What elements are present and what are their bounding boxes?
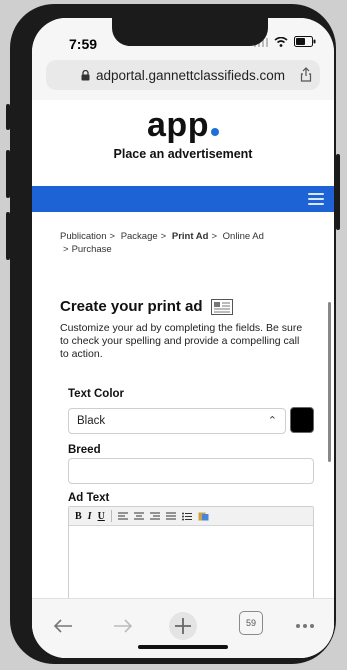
notch [112,18,268,46]
logo-dot [210,128,219,136]
bullet-list-icon[interactable] [181,512,192,521]
screen: 7:59 adportal.gannettclassifieds.com app… [32,18,334,658]
mute-switch [6,104,10,130]
back-arrow-icon [53,619,72,633]
hamburger-menu-icon[interactable] [308,193,324,205]
site-subtitle: Place an advertisement [113,147,253,161]
breadcrumb: Publication > Package > Print Ad > Online A… [60,231,264,255]
breadcrumb-publication[interactable]: Publication [60,231,106,242]
more-dots-icon [296,624,314,628]
editor-toolbar: B I U [69,507,313,526]
breadcrumb-print-ad: Print Ad [171,231,209,242]
breadcrumb-package[interactable]: Package [121,231,158,242]
breadcrumb-online-ad[interactable]: Online Ad [223,231,264,242]
nav-bar [32,186,334,212]
wifi-icon [274,36,288,47]
power-button [336,154,340,230]
text-color-select[interactable]: Black ⌃ [68,408,286,434]
scrollbar[interactable] [328,302,331,462]
battery-icon [294,36,316,47]
volume-up-button [6,150,10,198]
align-justify-icon[interactable] [165,512,176,521]
paste-icon[interactable] [198,511,209,521]
breadcrumb-purchase[interactable]: Purchase [72,244,112,255]
status-time: 7:59 [69,36,98,52]
site-logo[interactable]: app [32,106,334,145]
page-title: Create your print ad [60,298,233,315]
forward-button[interactable] [106,609,140,643]
tabs-button[interactable]: 59 [239,611,263,635]
underline-button[interactable]: U [98,511,105,522]
breed-label: Breed [68,444,101,456]
italic-button[interactable]: I [88,511,92,522]
share-icon[interactable] [300,67,312,82]
align-right-icon[interactable] [149,512,160,521]
toolbar-divider [110,510,112,522]
volume-down-button [6,212,10,260]
plus-icon [169,612,197,640]
address-bar[interactable]: adportal.gannettclassifieds.com [46,60,320,90]
bold-button[interactable]: B [75,511,82,522]
newspaper-icon [210,298,233,315]
breed-input[interactable] [68,458,314,484]
text-color-label: Text Color [68,388,125,400]
more-button[interactable] [288,609,322,643]
align-left-icon[interactable] [117,512,128,521]
ad-text-label: Ad Text [68,492,110,504]
page-content: Publication > Package > Print Ad > Online A… [32,212,334,658]
url-text: adportal.gannettclassifieds.com [95,67,286,83]
page-description: Customize your ad by completing the fiel… [60,322,303,360]
text-color-swatch[interactable] [290,407,314,433]
site-header: app Place an advertisement [32,100,334,190]
safari-bottom-toolbar: 59 [32,598,334,658]
align-center-icon[interactable] [133,512,144,521]
select-chevron-icon: ⌃ [267,415,277,427]
back-button[interactable] [46,609,80,643]
home-indicator [138,645,228,649]
lock-icon [81,69,90,80]
new-tab-button[interactable] [166,609,200,643]
forward-arrow-icon [114,619,133,633]
phone-frame: 7:59 adportal.gannettclassifieds.com app… [6,4,340,664]
